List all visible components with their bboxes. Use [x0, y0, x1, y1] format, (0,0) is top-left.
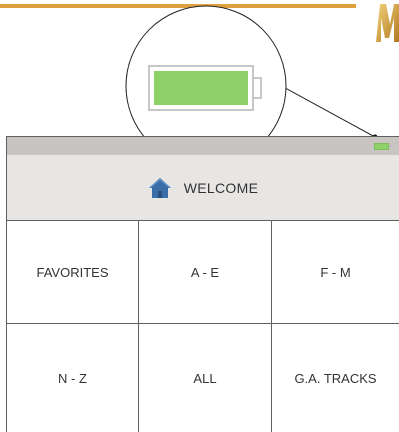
status-battery-icon: [374, 143, 391, 150]
tile-a-e[interactable]: A - E: [139, 221, 272, 324]
header-title: WELCOME: [183, 179, 259, 196]
brand-logo-fragment: [372, 0, 399, 44]
tile-n-z[interactable]: N - Z: [7, 324, 139, 432]
category-grid: FAVORITES A - E F - M N - Z ALL G.A. TRA…: [7, 221, 399, 432]
status-bar: [7, 137, 399, 155]
tile-favorites[interactable]: FAVORITES: [7, 221, 139, 324]
tile-ga-tracks[interactable]: G.A. TRACKS: [272, 324, 399, 432]
tile-all[interactable]: ALL: [139, 324, 272, 432]
top-accent-rule: [0, 4, 356, 8]
battery-icon: [148, 65, 262, 111]
welcome-header[interactable]: WELCOME: [7, 155, 399, 221]
home-icon: [148, 177, 171, 198]
tile-f-m[interactable]: F - M: [272, 221, 399, 324]
device-screen: WELCOME FAVORITES A - E F - M N - Z ALL …: [6, 136, 399, 432]
